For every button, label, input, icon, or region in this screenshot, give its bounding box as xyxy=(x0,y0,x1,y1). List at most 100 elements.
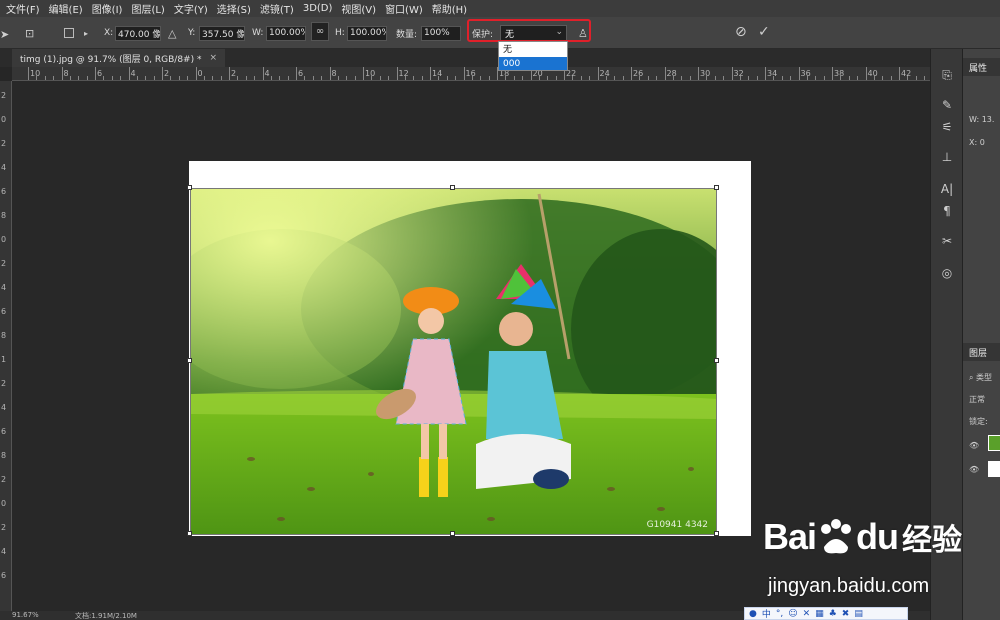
paragraph-icon[interactable]: ¶ xyxy=(939,203,955,219)
ime-voice-icon[interactable]: ✕ xyxy=(803,609,811,619)
stamp-icon[interactable]: ⊥ xyxy=(939,149,955,165)
ruler-tick xyxy=(371,76,373,80)
menu-item[interactable]: 编辑(E) xyxy=(49,1,83,16)
layer-thumbnail-white[interactable] xyxy=(988,461,1000,477)
link-icon[interactable]: ∞ xyxy=(311,21,329,41)
delta-icon[interactable]: △ xyxy=(168,25,176,41)
menu-item[interactable]: 3D(D) xyxy=(303,3,333,14)
ruler-tick xyxy=(899,67,900,80)
ruler-left-label: 2 xyxy=(1,91,7,100)
y-field[interactable]: 357.50 像素 xyxy=(199,25,245,41)
libraries-icon[interactable]: ◎ xyxy=(939,265,955,281)
transform-handle-tc[interactable] xyxy=(450,185,455,190)
amount-field[interactable]: 100% xyxy=(421,25,461,41)
document-tab[interactable]: timg (1).jpg @ 91.7% (图层 0, RGB/8#) * × xyxy=(12,49,226,67)
ruler-tick xyxy=(848,76,850,80)
layers-blend-mode[interactable]: 正常 xyxy=(969,394,985,405)
tab-properties[interactable]: 属性 xyxy=(963,58,1000,76)
w-field[interactable]: 100.00% xyxy=(266,25,306,41)
layer-thumbnail-photo[interactable] xyxy=(988,435,1000,451)
transform-handle-br[interactable] xyxy=(714,531,719,536)
ime-skin-icon[interactable]: ♣ xyxy=(829,609,837,619)
ruler-tick xyxy=(924,76,926,80)
ruler-tick xyxy=(321,76,323,80)
ruler-tick xyxy=(698,67,699,80)
history-icon[interactable]: ⎘ xyxy=(939,67,955,83)
transform-handle-tl[interactable] xyxy=(187,185,192,190)
menu-item[interactable]: 选择(S) xyxy=(217,1,251,16)
ruler-tick xyxy=(605,76,607,80)
y-value[interactable]: 357.50 像素 xyxy=(199,25,245,41)
transform-handle-bl[interactable] xyxy=(187,531,192,536)
transform-handle-ml[interactable] xyxy=(187,358,192,363)
protect-option-none[interactable]: 无 xyxy=(499,42,567,55)
properties-w-label: W: 13. xyxy=(969,115,995,124)
ruler-tick xyxy=(832,67,833,80)
ruler-top-label: 2 xyxy=(164,69,170,78)
menu-item[interactable]: 帮助(H) xyxy=(432,1,467,16)
ruler-tick xyxy=(438,76,440,80)
menu-item[interactable]: 滤镜(T) xyxy=(260,1,294,16)
ime-mode-label[interactable]: 中 xyxy=(762,607,771,620)
ruler-tick xyxy=(212,76,214,80)
x-value[interactable]: 470.00 像素 xyxy=(115,25,161,41)
reference-arrow-icon[interactable]: ▸ xyxy=(84,25,88,41)
move-tool-icon[interactable]: ➤ xyxy=(0,26,9,42)
ime-keyboard-icon[interactable]: ▦ xyxy=(815,609,824,619)
transform-handle-bc[interactable] xyxy=(450,531,455,536)
transform-handle-tr[interactable] xyxy=(714,185,719,190)
ruler-tick xyxy=(153,76,155,80)
character-icon[interactable]: A| xyxy=(939,181,955,197)
menu-item[interactable]: 文件(F) xyxy=(6,1,40,16)
ruler-top-label: 40 xyxy=(867,69,878,78)
layer-visibility-eye-icon-2[interactable]: 👁 xyxy=(969,465,979,474)
menu-item[interactable]: 图像(I) xyxy=(92,1,123,16)
menu-item[interactable]: 图层(L) xyxy=(131,1,164,16)
photo-layer[interactable]: G10941 4342 xyxy=(190,188,717,535)
ruler-tick xyxy=(597,67,599,80)
tools-icon[interactable]: ✂ xyxy=(939,233,955,249)
amount-value[interactable]: 100% xyxy=(421,25,461,41)
ruler-tick xyxy=(823,76,825,80)
ime-menu-icon[interactable]: ▤ xyxy=(854,609,863,619)
ime-logo-icon[interactable]: ● xyxy=(749,609,757,619)
ruler-tick xyxy=(873,76,875,80)
ruler-tick xyxy=(589,76,591,80)
ime-toolbar[interactable]: ● 中 °, ☺ ✕ ▦ ♣ ✖ ▤ xyxy=(744,607,908,620)
brush-icon[interactable]: ✎ xyxy=(939,97,955,113)
ruler-tick xyxy=(806,76,808,80)
w-value[interactable]: 100.00% xyxy=(266,25,306,41)
menu-item[interactable]: 文字(Y) xyxy=(174,1,208,16)
adjustments-icon[interactable]: ⚟ xyxy=(939,119,955,135)
ime-settings-icon[interactable]: ✖ xyxy=(842,609,850,619)
menu-item[interactable]: 视图(V) xyxy=(341,1,376,16)
h-field[interactable]: 100.00% xyxy=(347,25,387,41)
ruler-tick xyxy=(547,76,549,80)
transform-handle-mr[interactable] xyxy=(714,358,719,363)
close-icon[interactable]: × xyxy=(209,53,217,63)
ruler-tick xyxy=(480,76,482,80)
ime-punct-icon[interactable]: °, xyxy=(776,609,783,619)
protect-option-000[interactable]: 000 xyxy=(499,57,567,70)
cancel-transform-icon[interactable]: ⊘ xyxy=(735,24,747,40)
protect-dropdown-list[interactable]: 无 000 xyxy=(498,41,568,71)
h-value[interactable]: 100.00% xyxy=(347,25,387,41)
baidu-paw-icon xyxy=(821,519,852,554)
ruler-left-label: 4 xyxy=(1,283,7,292)
commit-transform-icon[interactable]: ✓ xyxy=(758,24,770,40)
transform-reference-icon[interactable]: ⊡ xyxy=(25,25,34,41)
ruler-tick xyxy=(790,76,792,80)
status-zoom[interactable]: 91.67% xyxy=(12,611,39,619)
x-field[interactable]: 470.00 像素 xyxy=(115,25,161,41)
tab-layers[interactable]: 图层 xyxy=(963,343,1000,361)
status-doc-size: 文档:1.91M/2.10M xyxy=(75,612,137,620)
ruler-left-label: 0 xyxy=(1,235,7,244)
layers-search[interactable]: ⌕ 类型 xyxy=(969,372,992,383)
ime-emoji-icon[interactable]: ☺ xyxy=(788,609,797,619)
ruler-top-label: 14 xyxy=(432,69,443,78)
layer-visibility-eye-icon[interactable]: 👁 xyxy=(969,441,979,450)
menu-item[interactable]: 窗口(W) xyxy=(385,1,423,16)
ruler-tick xyxy=(170,76,172,80)
ruler-tick xyxy=(262,67,264,80)
reference-point-checkbox[interactable] xyxy=(64,25,74,41)
